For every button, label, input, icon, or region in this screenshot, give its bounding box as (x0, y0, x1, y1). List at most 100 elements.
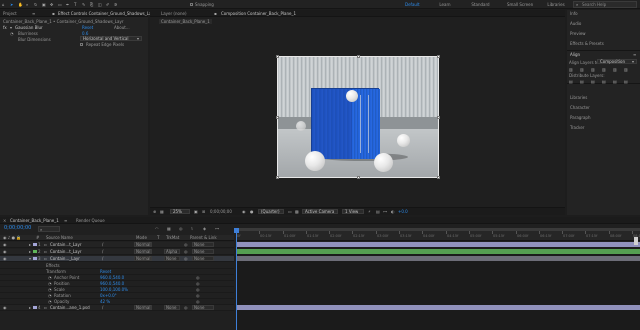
eye-icon[interactable]: ◉ (3, 242, 7, 247)
timeline-icon[interactable]: ▤ (376, 209, 380, 214)
transform-handle[interactable] (437, 55, 440, 58)
layer-row[interactable]: ◉ ▾ 3 ▫ Contain..._Layr / Normal None ◎ None (0, 256, 234, 262)
tab-project[interactable]: Project (3, 11, 17, 16)
quality-switch-icon[interactable]: / (102, 256, 103, 261)
selection-tool-icon[interactable]: ➤ (10, 2, 13, 7)
panel-item-effects-presets[interactable]: Effects & Presets (570, 41, 604, 46)
pickwhip-icon[interactable]: ◎ (196, 299, 200, 304)
layer-row[interactable]: ◉ ▸ 1 ▫ Contain...t_Layr / Normal ◎ None (0, 242, 234, 248)
quality-switch-icon[interactable]: / (102, 242, 103, 247)
distribute-left-icon[interactable]: ▤ (602, 79, 606, 84)
layer-mode-dropdown[interactable]: Normal (134, 256, 152, 261)
quality-switch-icon[interactable]: / (102, 249, 103, 254)
workspace-tab-default[interactable]: Default (405, 2, 420, 7)
pickwhip-icon[interactable]: ◎ (184, 249, 188, 254)
distribute-hcenter-icon[interactable]: ▤ (613, 79, 617, 84)
brush-tool-icon[interactable]: ✎ (82, 2, 85, 7)
workspace-tab-small-screen[interactable]: Small Screen (507, 2, 533, 7)
home-icon[interactable]: ⌂ (2, 2, 5, 7)
pickwhip-icon[interactable]: ◎ (184, 242, 188, 247)
layer-search-input[interactable]: ⌕ (38, 226, 60, 232)
fast-previews-icon[interactable]: ⚡ (368, 209, 371, 214)
grid-icon[interactable]: ▦ (160, 209, 164, 214)
transform-handle[interactable] (437, 116, 440, 119)
panel-item-paragraph[interactable]: Paragraph (570, 115, 591, 120)
transform-handle[interactable] (276, 55, 279, 58)
close-icon[interactable]: × (3, 218, 6, 223)
comp-flowchart-icon[interactable]: ⊶ (215, 226, 219, 231)
pickwhip-icon[interactable]: ◎ (196, 293, 200, 298)
layer-label-color[interactable] (33, 257, 37, 260)
panel-item-tracker[interactable]: Tracker (570, 125, 584, 130)
exposure-value[interactable]: +0.0 (398, 209, 408, 214)
exposure-icon[interactable]: ◐ (391, 209, 395, 214)
safe-zones-icon[interactable]: ⊞ (202, 209, 205, 214)
pickwhip-icon[interactable]: ◎ (196, 287, 200, 292)
distribute-right-icon[interactable]: ▤ (624, 79, 628, 84)
disclosure-triangle-icon[interactable]: ▸ (29, 242, 31, 247)
pickwhip-icon[interactable]: ◎ (196, 275, 200, 280)
magnifier-icon[interactable]: ⊕ (153, 209, 156, 214)
layer-parent-dropdown[interactable]: None (192, 242, 214, 247)
layer-mode-dropdown[interactable]: Normal (134, 242, 152, 247)
clone-stamp-tool-icon[interactable]: ⎘ (90, 2, 93, 7)
fx-icon[interactable]: fx (3, 25, 7, 30)
layer-mode-dropdown[interactable]: Normal (134, 249, 152, 254)
work-area-end-marker[interactable] (634, 237, 638, 245)
menu-icon[interactable]: ≡ (633, 52, 636, 57)
align-hcenter-icon[interactable]: ▥ (580, 67, 584, 72)
current-time[interactable]: 0;00;00;00 (210, 209, 232, 214)
align-vcenter-icon[interactable]: ▥ (613, 67, 617, 72)
property-value[interactable]: 100.0,100.0% (100, 287, 128, 292)
frame-blending-icon[interactable]: ▦ (167, 226, 171, 231)
puppet-tool-icon[interactable]: ✲ (114, 2, 117, 7)
tab-composition[interactable]: Composition Container_Back_Plane_1 (221, 11, 296, 16)
motion-blur-icon[interactable]: ◎ (179, 226, 183, 231)
layer-duration-bar[interactable] (236, 305, 640, 310)
reset-link[interactable]: Reset (82, 25, 93, 30)
transform-handle[interactable] (276, 176, 279, 179)
panel-item-preview[interactable]: Preview (570, 31, 586, 36)
camera-tool-icon[interactable]: ▣ (42, 2, 46, 7)
playhead-handle[interactable] (234, 228, 239, 233)
lock-icon[interactable]: ▪ (214, 11, 217, 16)
layer-parent-dropdown[interactable]: None (192, 305, 214, 310)
layer-name[interactable]: Contain..._Layr (50, 256, 80, 261)
panel-item-libraries[interactable]: Libraries (570, 95, 587, 100)
disclosure-triangle-icon[interactable]: ▾ (29, 256, 31, 261)
views-dropdown[interactable]: 1 View (342, 209, 364, 214)
layer-name[interactable]: Contain...t_Layr (50, 249, 82, 254)
tab-effect-controls[interactable]: Effect Controls Container_Ground_Shadows… (58, 11, 155, 16)
distribute-top-icon[interactable]: ▤ (569, 79, 573, 84)
pen-tool-icon[interactable]: ✒ (66, 2, 69, 7)
repeat-edge-pixels-checkbox[interactable] (80, 43, 83, 46)
stopwatch-icon[interactable]: ◔ (48, 275, 52, 280)
layer-trkmat-dropdown[interactable]: None (164, 256, 180, 261)
workspace-tab-standard[interactable]: Standard (471, 2, 489, 7)
distribute-vcenter-icon[interactable]: ▤ (580, 79, 584, 84)
blur-dimensions-dropdown[interactable]: Horizontal and Vertical ▾ (80, 36, 142, 41)
align-top-icon[interactable]: ▥ (602, 67, 606, 72)
about-link[interactable]: About... (114, 25, 130, 30)
property-value[interactable]: 42 % (100, 299, 110, 304)
playhead[interactable] (236, 228, 237, 330)
layer-label-color[interactable] (33, 250, 37, 253)
lock-icon[interactable]: ▪ (52, 11, 55, 16)
rotate-tool-icon[interactable]: ↻ (34, 2, 37, 7)
stopwatch-icon[interactable]: ◔ (48, 299, 52, 304)
composition-subtab[interactable]: Container_Back_Plane_1 (159, 19, 212, 24)
align-right-icon[interactable]: ▥ (591, 67, 595, 72)
eye-icon[interactable]: ◉ (3, 305, 7, 310)
stopwatch-icon[interactable]: ◔ (48, 293, 52, 298)
workspace-tab-libraries[interactable]: Libraries (547, 2, 564, 7)
comp-shy-icon[interactable]: ◠ (155, 226, 159, 231)
layer-duration-bar[interactable] (236, 242, 640, 247)
pan-behind-tool-icon[interactable]: ✥ (50, 2, 53, 7)
disclosure-triangle-icon[interactable]: ▸ (29, 249, 31, 254)
property-value[interactable]: 960.0,540.0 (100, 281, 124, 286)
transform-handle[interactable] (437, 176, 440, 179)
property-value[interactable]: 0x+0.0° (100, 293, 117, 298)
zoom-dropdown[interactable]: 25% (170, 209, 190, 214)
layer-name[interactable]: Contain...ane_1.psd (50, 305, 90, 310)
color-channel-icon[interactable]: ● (250, 209, 254, 214)
